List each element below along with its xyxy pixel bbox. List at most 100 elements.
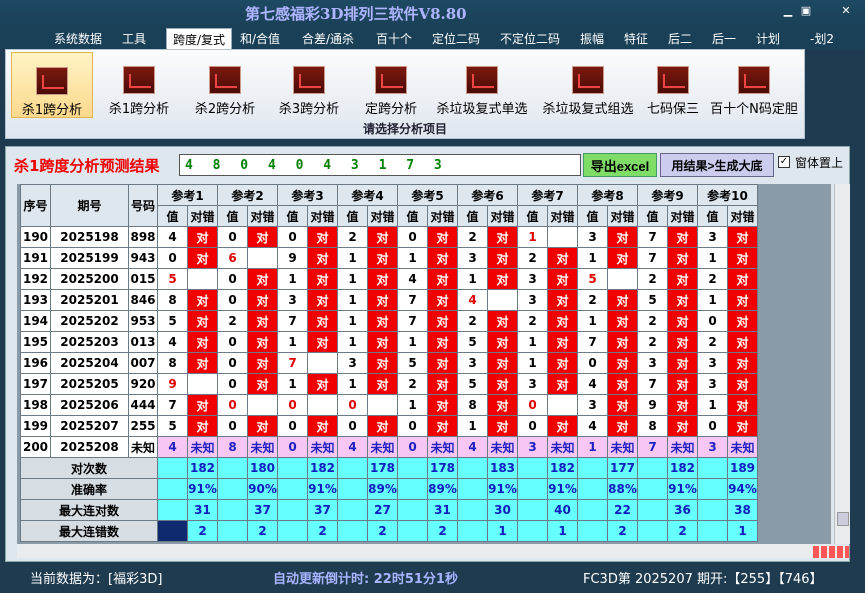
minimize-icon[interactable]: ▁ bbox=[778, 4, 798, 17]
table-row[interactable]: 199 2025207 255 5 对 0 对 0 对 0 对 0 对 1 对 0 对 4 对 8 对 0 对 bbox=[20, 415, 758, 437]
cell-value: 0 bbox=[337, 415, 368, 437]
cell-mark: 对 bbox=[427, 268, 458, 290]
forecast-value: 4 bbox=[157, 436, 188, 458]
cell-number: 953 bbox=[128, 310, 158, 332]
close-icon[interactable]: ✕ bbox=[836, 4, 856, 17]
horizontal-scrollbar[interactable] bbox=[17, 544, 831, 558]
header-ref: 参考2 bbox=[217, 184, 278, 206]
maximize-icon[interactable]: ▣ bbox=[796, 4, 816, 17]
cell-number: 846 bbox=[128, 289, 158, 311]
cell-mark: 对 bbox=[727, 289, 758, 311]
cell-value: 2 bbox=[337, 226, 368, 248]
cell-value: 7 bbox=[637, 226, 668, 248]
scroll-thumb[interactable] bbox=[837, 512, 849, 526]
table-row[interactable]: 194 2025202 953 5 对 2 对 7 对 1 对 7 对 2 对 2 对 1 对 2 对 0 对 bbox=[20, 310, 758, 332]
ribbon-button[interactable]: 七码保三 bbox=[642, 52, 704, 118]
result-field[interactable]: 4 8 0 4 0 4 3 1 7 3 bbox=[179, 154, 581, 176]
cell-mark bbox=[367, 394, 398, 416]
cell-value: 7 bbox=[637, 373, 668, 395]
forecast-value: 7 bbox=[637, 436, 668, 458]
menu-item[interactable]: 系统数据 bbox=[54, 30, 102, 47]
ribbon-button[interactable]: 定跨分析 bbox=[354, 52, 428, 118]
table-row[interactable]: 198 2025206 444 7 对 0 0 0 1 对 8 对 0 3 对 9 对 1 对 bbox=[20, 394, 758, 416]
menu-item[interactable]: 特征 bbox=[624, 30, 648, 47]
ribbon-button-label: 百十个N码定胆 bbox=[710, 102, 798, 117]
cell-mark: 对 bbox=[307, 310, 338, 332]
forecast-mark: 未知 bbox=[187, 436, 218, 458]
ontop-checkbox[interactable]: ✓ bbox=[778, 156, 790, 168]
cell-value: 1 bbox=[457, 268, 488, 290]
menu-item[interactable]: -划2 bbox=[810, 30, 834, 47]
stats-value: 94% bbox=[727, 478, 758, 500]
stats-row: 最大连对数 31 37 37 27 31 30 40 22 36 38 bbox=[20, 499, 758, 521]
table-row[interactable]: 195 2025203 013 4 对 0 对 1 对 1 对 1 对 5 对 1 对 7 对 2 对 2 对 bbox=[20, 331, 758, 353]
menu-item[interactable]: 跨度/复式 bbox=[166, 28, 233, 49]
status-bar: 当前数据为：[福彩3D] 自动更新倒计时: 22时51分1秒 FC3D第 202… bbox=[0, 565, 865, 593]
stats-spacer bbox=[157, 457, 188, 479]
menu-item[interactable]: 和/合值 bbox=[240, 30, 280, 47]
menu-item[interactable]: 振幅 bbox=[580, 30, 604, 47]
cell-seq: 191 bbox=[20, 247, 51, 269]
stats-value: 2 bbox=[247, 520, 278, 542]
header-ref: 参考8 bbox=[577, 184, 638, 206]
cell-mark: 对 bbox=[727, 331, 758, 353]
ribbon-button-label: 杀1跨分析 bbox=[21, 103, 83, 118]
menu-item[interactable]: 不定位二码 bbox=[500, 30, 560, 47]
table-row[interactable]: 192 2025200 015 5 0 对 1 对 1 对 4 对 1 对 3 对 5 2 对 2 对 bbox=[20, 268, 758, 290]
cell-value: 5 bbox=[157, 415, 188, 437]
forecast-mark: 未知 bbox=[247, 436, 278, 458]
header-ref: 参考9 bbox=[637, 184, 698, 206]
cell-mark bbox=[247, 394, 278, 416]
cell-value: 0 bbox=[217, 394, 248, 416]
stats-value: 178 bbox=[427, 457, 458, 479]
vertical-scrollbar[interactable] bbox=[834, 184, 850, 544]
table-row[interactable]: 196 2025204 007 8 对 0 对 7 3 对 5 对 3 对 1 对 0 对 3 对 3 对 bbox=[20, 352, 758, 374]
header-val: 值 bbox=[457, 205, 488, 227]
ribbon-button-label: 杀2跨分析 bbox=[194, 102, 256, 117]
stats-value: 2 bbox=[187, 520, 218, 542]
ribbon-button[interactable]: 杀1跨分析 bbox=[11, 52, 93, 118]
cell-value: 3 bbox=[457, 247, 488, 269]
menu-item[interactable]: 计划 bbox=[756, 30, 780, 47]
menu-item[interactable]: 后二 bbox=[668, 30, 692, 47]
menu-item[interactable]: 后一 bbox=[712, 30, 736, 47]
cell-value: 1 bbox=[337, 331, 368, 353]
stats-value: 177 bbox=[607, 457, 638, 479]
ribbon-button[interactable]: 杀垃圾复式组选 bbox=[536, 52, 640, 118]
table-row[interactable]: 190 2025198 898 4 对 0 对 0 对 2 对 0 对 2 对 1 3 对 7 对 3 对 bbox=[20, 226, 758, 248]
ontop-label: 窗体置上 bbox=[795, 156, 844, 170]
forecast-value: 8 bbox=[217, 436, 248, 458]
stats-value: 1 bbox=[547, 520, 578, 542]
ribbon-button[interactable]: 杀2跨分析 bbox=[184, 52, 266, 118]
header-mark: 对错 bbox=[367, 205, 398, 227]
table-row[interactable]: 197 2025205 920 9 0 对 1 对 1 对 2 对 5 对 3 对 4 对 7 对 3 对 bbox=[20, 373, 758, 395]
ribbon-button[interactable]: 杀3跨分析 bbox=[268, 52, 350, 118]
menu-item[interactable]: 合差/通杀 bbox=[302, 30, 354, 47]
cell-mark: 对 bbox=[547, 331, 578, 353]
ribbon-button[interactable]: 百十个N码定胆 bbox=[706, 52, 802, 118]
forecast-row[interactable]: 200 2025208 未知 4 未知 8 未知 0 未知 4 未知 0 未知 4 未知 3 未知 1 未知 7 未知 3… bbox=[20, 436, 758, 458]
stats-value: 88% bbox=[607, 478, 638, 500]
cell-value: 2 bbox=[517, 247, 548, 269]
stats-spacer bbox=[457, 478, 488, 500]
table-row[interactable]: 191 2025199 943 0 对 6 9 对 1 对 1 对 3 对 2 对 1 对 7 对 1 对 bbox=[20, 247, 758, 269]
table-row[interactable]: 193 2025201 846 8 对 0 对 3 对 1 对 7 对 4 3 对 2 对 5 对 1 对 bbox=[20, 289, 758, 311]
cell-value: 1 bbox=[397, 394, 428, 416]
menu-item[interactable]: 工具 bbox=[122, 30, 146, 47]
cell-value: 0 bbox=[277, 415, 308, 437]
cell-value: 0 bbox=[217, 331, 248, 353]
menu-item[interactable]: 百十个 bbox=[376, 30, 412, 47]
export-excel-button[interactable]: 导出excel bbox=[583, 153, 657, 177]
cell-mark bbox=[307, 394, 338, 416]
cell-mark: 对 bbox=[727, 310, 758, 332]
header-ref: 参考10 bbox=[697, 184, 758, 206]
cell-mark: 对 bbox=[487, 247, 518, 269]
generate-base-button[interactable]: 用结果>生成大底 bbox=[660, 153, 774, 177]
ribbon-button[interactable]: 杀垃圾复式单选 bbox=[430, 52, 534, 118]
cell-mark: 对 bbox=[247, 289, 278, 311]
cell-value: 4 bbox=[157, 226, 188, 248]
ribbon-button-label: 杀3跨分析 bbox=[278, 102, 340, 117]
ribbon-button[interactable]: 杀1跨分析 bbox=[99, 52, 179, 118]
header-val: 值 bbox=[637, 205, 668, 227]
menu-item[interactable]: 定位二码 bbox=[432, 30, 480, 47]
